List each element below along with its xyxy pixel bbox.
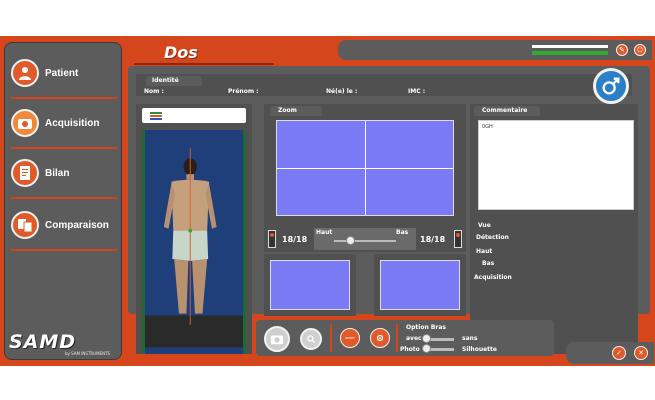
- zoom-slider-track[interactable]: [334, 240, 396, 242]
- sidebar-item-patient[interactable]: Patient: [11, 53, 117, 93]
- sidebar-divider: [11, 97, 117, 99]
- vue-label: Vue: [478, 222, 491, 229]
- male-icon: [602, 77, 620, 95]
- birthdate-label: Né(e) le :: [326, 88, 358, 95]
- sidebar-item-label: Comparaison: [45, 219, 109, 231]
- confirm-bar: ✓ ✕: [566, 342, 654, 364]
- language-selector[interactable]: [142, 108, 246, 123]
- haut-label: Haut: [316, 229, 333, 236]
- validate-icon[interactable]: ✓: [612, 346, 626, 360]
- comment-textarea[interactable]: 0GH: [478, 120, 634, 210]
- title-underline: [134, 63, 274, 65]
- flag-stripe: [150, 115, 162, 117]
- sidebar-divider: [11, 197, 117, 199]
- zoom-grid-line: [277, 168, 453, 169]
- top-view-panel: [264, 254, 356, 316]
- zoom-slider-thumb[interactable]: [345, 236, 355, 245]
- status-indicator-green: [532, 51, 608, 55]
- reset-label: RESET: [345, 336, 355, 340]
- zoom-slider-box: Haut Bas: [314, 228, 416, 250]
- page-title-tab: Dos: [128, 42, 274, 64]
- photo-panel: [136, 104, 252, 354]
- app-logo: SAMD by SAM INSTRUMENTS: [9, 331, 117, 357]
- zoom-tab: Zoom: [270, 106, 322, 116]
- acquisition-info-label: Acquisition: [474, 274, 512, 281]
- main-panel: Identité Nom : Prénom : Né(e) le : IMC :: [128, 66, 650, 354]
- sans-label: sans: [462, 335, 478, 342]
- status-indicator-white: [532, 45, 608, 48]
- zoom-panel: Zoom: [264, 104, 466, 226]
- search-icon: [307, 335, 316, 344]
- avec-label: avec: [406, 335, 422, 342]
- sidebar-item-label: Bilan: [45, 167, 70, 179]
- option-bras-label: Option Bras: [406, 324, 446, 331]
- camera-icon: [270, 335, 284, 345]
- patient-back-photo[interactable]: [142, 130, 246, 354]
- camera-icon: [11, 109, 39, 137]
- report-icon: [11, 159, 39, 187]
- comment-panel: Commentaire 0GH Vue Détection Haut Bas A…: [470, 104, 638, 354]
- sidebar-item-acquisition[interactable]: Acquisition: [11, 103, 117, 143]
- zoom-view[interactable]: [276, 120, 454, 216]
- detection-label: Détection: [476, 234, 509, 241]
- logo-text: SAMD: [9, 331, 77, 353]
- bottom-view[interactable]: [380, 260, 460, 310]
- search-button[interactable]: [300, 328, 322, 350]
- reset-button[interactable]: RESET: [340, 328, 360, 348]
- page-title: Dos: [164, 43, 198, 62]
- edit-icon[interactable]: ✎: [616, 44, 628, 56]
- sidebar-item-comparaison[interactable]: Comparaison: [11, 205, 117, 245]
- identity-tab: Identité: [146, 76, 202, 86]
- range-controls: 18/18 Haut Bas 18/18: [264, 226, 466, 252]
- top-view[interactable]: [270, 260, 350, 310]
- sidebar-divider: [11, 147, 117, 149]
- capture-button[interactable]: [264, 326, 290, 352]
- count-left: 18/18: [282, 235, 308, 244]
- photo-label: Photo: [400, 346, 420, 353]
- bas-info-label: Bas: [482, 260, 495, 267]
- identity-section: Identité Nom : Prénom : Né(e) le : IMC :: [136, 68, 632, 104]
- compare-icon: [11, 211, 39, 239]
- status-bar: ✎ ⏻: [338, 40, 652, 60]
- prenom-label: Prénom :: [228, 88, 259, 95]
- top-marker-icon: [268, 230, 276, 248]
- power-icon[interactable]: ⏻: [634, 44, 646, 56]
- bas-label: Bas: [396, 229, 409, 236]
- sidebar-item-label: Patient: [45, 67, 79, 79]
- flag-stripe: [150, 112, 162, 114]
- flag-stripe: [150, 118, 162, 120]
- comment-tab: Commentaire: [474, 106, 540, 116]
- divider: [330, 324, 332, 352]
- gear-icon: [376, 334, 384, 342]
- bottom-marker-icon: [454, 230, 462, 248]
- imc-label: IMC :: [408, 88, 426, 95]
- sidebar-item-label: Acquisition: [45, 117, 100, 129]
- settings-button[interactable]: [370, 328, 390, 348]
- app-window: Patient Acquisition Bilan Comparaison SA…: [0, 36, 655, 366]
- patient-icon: [11, 59, 39, 87]
- close-icon[interactable]: ✕: [634, 346, 648, 360]
- sidebar-divider: [11, 249, 117, 251]
- gender-button[interactable]: [593, 68, 629, 104]
- bras-toggle-thumb[interactable]: [422, 334, 431, 343]
- sidebar: Patient Acquisition Bilan Comparaison SA…: [4, 42, 122, 360]
- photo-toggle-thumb[interactable]: [422, 344, 431, 353]
- divider: [396, 324, 398, 352]
- silhouette-label: Silhouette: [462, 346, 497, 353]
- count-right: 18/18: [420, 235, 446, 244]
- bottom-view-panel: [374, 254, 466, 316]
- nom-label: Nom :: [144, 88, 164, 95]
- bottom-control-bar: RESET Option Bras avec sans Photo Silhou…: [256, 320, 554, 356]
- haut-info-label: Haut: [476, 248, 493, 255]
- sidebar-item-bilan[interactable]: Bilan: [11, 153, 117, 193]
- logo-subtitle: by SAM INSTRUMENTS: [65, 351, 111, 356]
